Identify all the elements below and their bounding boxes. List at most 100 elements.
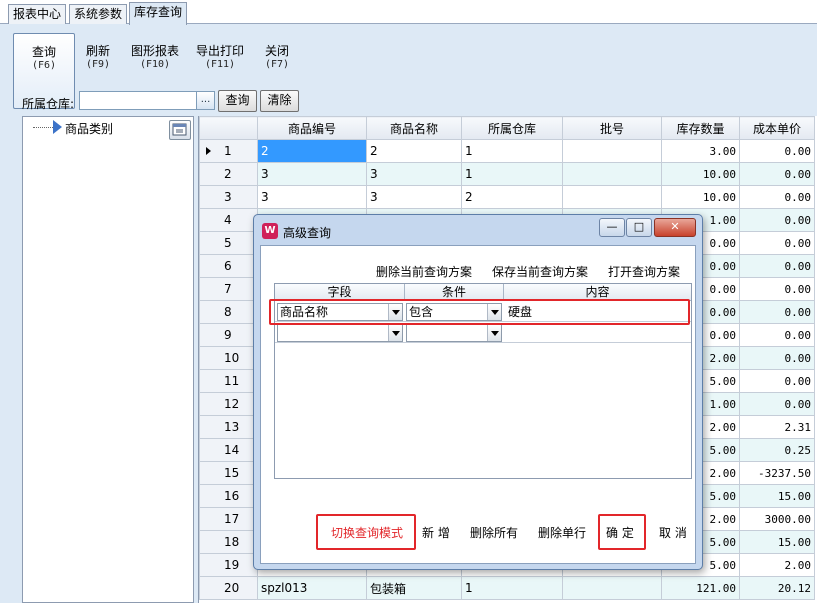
table-row[interactable]: 2 3 3 1 10.00 0.00 bbox=[199, 162, 815, 186]
delete-scheme-button[interactable]: 删除当前查询方案 bbox=[376, 263, 472, 280]
delete-row-button[interactable]: 删除单行 bbox=[538, 526, 586, 540]
table-cell[interactable]: -3237.50 bbox=[739, 461, 815, 485]
table-cell[interactable] bbox=[562, 576, 662, 600]
table-cell[interactable]: 3 bbox=[366, 162, 462, 186]
table-cell[interactable]: 0.00 bbox=[739, 139, 815, 163]
table-row[interactable]: 20 spzl013 包装箱 1 121.00 20.12 bbox=[199, 576, 815, 600]
cell-text: 0.00 bbox=[784, 190, 812, 204]
table-cell[interactable]: 2 bbox=[366, 139, 462, 163]
filter-clear-button[interactable]: 清除 bbox=[260, 90, 299, 112]
column-header[interactable]: 商品名称 bbox=[366, 116, 462, 140]
table-cell[interactable]: 10.00 bbox=[661, 185, 740, 209]
table-cell[interactable]: 0.00 bbox=[739, 300, 815, 324]
column-header[interactable]: 商品编号 bbox=[257, 116, 367, 140]
row-number: 1 bbox=[199, 139, 258, 163]
save-scheme-button[interactable]: 保存当前查询方案 bbox=[492, 263, 588, 280]
table-cell[interactable]: 0.00 bbox=[739, 208, 815, 232]
cell-text: 0.00 bbox=[784, 328, 812, 342]
table-cell[interactable]: 3.00 bbox=[661, 139, 740, 163]
cell-text: 10.00 bbox=[702, 190, 736, 204]
table-cell[interactable]: 0.00 bbox=[739, 254, 815, 278]
chevron-down-icon[interactable] bbox=[388, 325, 402, 341]
table-cell[interactable]: 0.00 bbox=[739, 346, 815, 370]
close-icon[interactable]: ✕ bbox=[654, 218, 696, 237]
condition-grid: 字段 条件 内容 商品名称 包含 硬盘 bbox=[269, 283, 692, 479]
cell-text: 0.00 bbox=[709, 282, 737, 296]
table-cell[interactable]: 2 bbox=[461, 185, 563, 209]
table-cell[interactable]: 3 bbox=[257, 185, 367, 209]
table-row[interactable]: 1 2 2 1 3.00 0.00 bbox=[199, 139, 815, 163]
cell-text: 1 bbox=[465, 581, 473, 595]
tab-system-params[interactable]: 系统参数 bbox=[69, 4, 128, 24]
field-select[interactable] bbox=[277, 324, 403, 342]
cell-text: 10 bbox=[224, 351, 240, 365]
cell-text: 0.00 bbox=[784, 259, 812, 273]
highlight-box bbox=[598, 514, 646, 550]
cell-text: 3 bbox=[261, 167, 269, 181]
minimize-icon[interactable]: — bbox=[599, 218, 625, 237]
cell-text: 0.00 bbox=[784, 305, 812, 319]
table-cell[interactable]: 0.00 bbox=[739, 392, 815, 416]
add-button[interactable]: 新 增 bbox=[422, 526, 450, 540]
table-cell[interactable]: 1 bbox=[461, 162, 563, 186]
table-cell[interactable]: 15.00 bbox=[739, 484, 815, 508]
table-cell[interactable]: 2 bbox=[257, 139, 367, 163]
row-number: 2 bbox=[199, 162, 258, 186]
column-header[interactable]: 库存数量 bbox=[661, 116, 740, 140]
tree-tool-icon[interactable] bbox=[169, 120, 191, 140]
table-cell[interactable]: 3 bbox=[366, 185, 462, 209]
cell-text: 20.12 bbox=[777, 581, 811, 595]
filter-query-button[interactable]: 查询 bbox=[218, 90, 257, 112]
table-cell[interactable]: 包装箱 bbox=[366, 576, 462, 600]
table-cell[interactable]: 2.31 bbox=[739, 415, 815, 439]
table-cell[interactable]: 15.00 bbox=[739, 530, 815, 554]
column-header[interactable]: 所属仓库 bbox=[461, 116, 563, 140]
table-cell[interactable]: 0.00 bbox=[739, 369, 815, 393]
column-header[interactable]: 成本单价 bbox=[739, 116, 815, 140]
table-cell[interactable]: 0.00 bbox=[739, 231, 815, 255]
table-cell[interactable]: 20.12 bbox=[739, 576, 815, 600]
tree-node-arrow-icon[interactable] bbox=[53, 120, 62, 134]
table-cell[interactable] bbox=[562, 185, 662, 209]
table-row[interactable]: 3 3 3 2 10.00 0.00 bbox=[199, 185, 815, 209]
tab-report-center[interactable]: 报表中心 bbox=[8, 4, 67, 24]
condition-select[interactable] bbox=[406, 324, 502, 342]
cell-text: 5.00 bbox=[709, 374, 737, 388]
cell-text: 3000.00 bbox=[764, 512, 811, 526]
row-number: 17 bbox=[199, 507, 258, 531]
cell-text: 16 bbox=[224, 489, 240, 503]
warehouse-input[interactable] bbox=[79, 91, 197, 110]
dialog-titlebar[interactable]: W 高级查询 — □ ✕ bbox=[254, 215, 702, 245]
column-header[interactable]: 批号 bbox=[562, 116, 662, 140]
cell-text: 11 bbox=[224, 374, 240, 388]
highlight-box bbox=[316, 514, 416, 550]
advanced-query-dialog: W 高级查询 — □ ✕ 删除当前查询方案 保存当前查询方案 打开查询方案 字段… bbox=[253, 214, 703, 570]
table-cell[interactable]: 1 bbox=[461, 576, 563, 600]
table-cell[interactable]: 3000.00 bbox=[739, 507, 815, 531]
maximize-icon[interactable]: □ bbox=[626, 218, 652, 237]
table-cell[interactable]: 0.00 bbox=[739, 162, 815, 186]
table-cell[interactable]: 1 bbox=[461, 139, 563, 163]
table-cell[interactable]: 0.25 bbox=[739, 438, 815, 462]
cell-text: 0.00 bbox=[784, 351, 812, 365]
cancel-button[interactable]: 取 消 bbox=[659, 526, 687, 540]
open-scheme-button[interactable]: 打开查询方案 bbox=[608, 263, 680, 280]
table-cell[interactable]: 121.00 bbox=[661, 576, 740, 600]
column-header[interactable] bbox=[199, 116, 258, 140]
table-cell[interactable]: spzl013 bbox=[257, 576, 367, 600]
table-cell[interactable]: 10.00 bbox=[661, 162, 740, 186]
tab-inventory-query[interactable]: 库存查询 bbox=[129, 2, 188, 25]
table-cell[interactable] bbox=[562, 162, 662, 186]
chevron-down-icon[interactable] bbox=[487, 325, 501, 341]
table-cell[interactable]: 0.00 bbox=[739, 185, 815, 209]
delete-all-button[interactable]: 删除所有 bbox=[470, 526, 518, 540]
table-cell[interactable]: 0.00 bbox=[739, 323, 815, 347]
table-cell[interactable]: 3 bbox=[257, 162, 367, 186]
warehouse-browse-button[interactable]: ... bbox=[196, 91, 215, 110]
table-cell[interactable]: 0.00 bbox=[739, 277, 815, 301]
dialog-title: 高级查询 bbox=[283, 226, 332, 240]
table-cell[interactable]: 2.00 bbox=[739, 553, 815, 577]
cell-text: 1.00 bbox=[709, 213, 737, 227]
tree-node-product-category[interactable]: 商品类别 bbox=[65, 120, 113, 137]
table-cell[interactable] bbox=[562, 139, 662, 163]
